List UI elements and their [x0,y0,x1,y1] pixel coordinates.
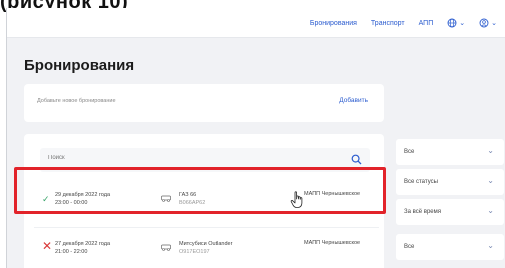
filter-label: За всё время [404,209,441,215]
search-input[interactable] [48,155,328,161]
filter-select-crossing[interactable]: Все ⌄ [396,234,504,260]
app-window: Бронирования Транспорт АПП ⌄ ⌄ Бронирова… [6,8,505,268]
nav-bookings[interactable]: Бронирования [310,20,357,27]
user-icon [479,18,489,28]
booking-date: 27 декабря 2022 года [55,241,111,247]
nav-transport[interactable]: Транспорт [371,20,405,27]
filter-select-type[interactable]: Все ⌄ [396,139,504,165]
filter-label: Все [404,149,415,155]
top-navigation-bar: Бронирования Транспорт АПП ⌄ ⌄ [7,8,505,38]
vehicle-name: Митсубиси Outlander [179,241,233,247]
chevron-down-icon: ⌄ [487,146,494,155]
cancel-x-icon: ✕ [42,239,53,253]
booking-vehicle: Митсубиси Outlander О917ЕО197 [179,240,232,256]
user-menu[interactable]: ⌄ [479,18,497,28]
booking-datetime: 27 декабря 2022 года 21:00 - 22:00 [55,240,110,256]
add-booking-button[interactable]: Добавить [339,97,368,104]
chevron-down-icon: ⌄ [487,241,494,250]
page-title: Бронирования [24,57,135,74]
add-booking-label: Добавьте новое бронирование [37,98,116,104]
annotation-highlight-box [14,167,386,214]
search-icon[interactable] [351,154,362,165]
nav-menu: Бронирования Транспорт АПП ⌄ ⌄ [310,8,497,38]
chevron-down-icon: ⌄ [491,20,497,27]
booking-row[interactable]: ✕ 27 декабря 2022 года 21:00 - 22:00 Мит… [34,227,379,267]
filter-label: Все статусы [404,179,438,185]
chevron-down-icon: ⌄ [487,206,494,215]
chevron-down-icon: ⌄ [487,176,494,185]
filter-select-status[interactable]: Все статусы ⌄ [396,169,504,195]
booking-time: 21:00 - 22:00 [55,249,88,255]
hand-pointer-cursor-icon [290,191,303,208]
chevron-down-icon: ⌄ [459,20,466,27]
filter-select-period[interactable]: За всё время ⌄ [396,199,504,225]
nav-app[interactable]: АПП [419,20,434,27]
filter-label: Все [404,244,415,250]
car-icon [161,244,171,251]
add-booking-card: Добавьте новое бронирование Добавить [24,84,384,122]
language-menu[interactable]: ⌄ [447,18,465,28]
vehicle-plate: О917ЕО197 [179,249,210,255]
globe-icon [447,18,457,28]
booking-location: МАПП Чернышевское [304,240,361,246]
